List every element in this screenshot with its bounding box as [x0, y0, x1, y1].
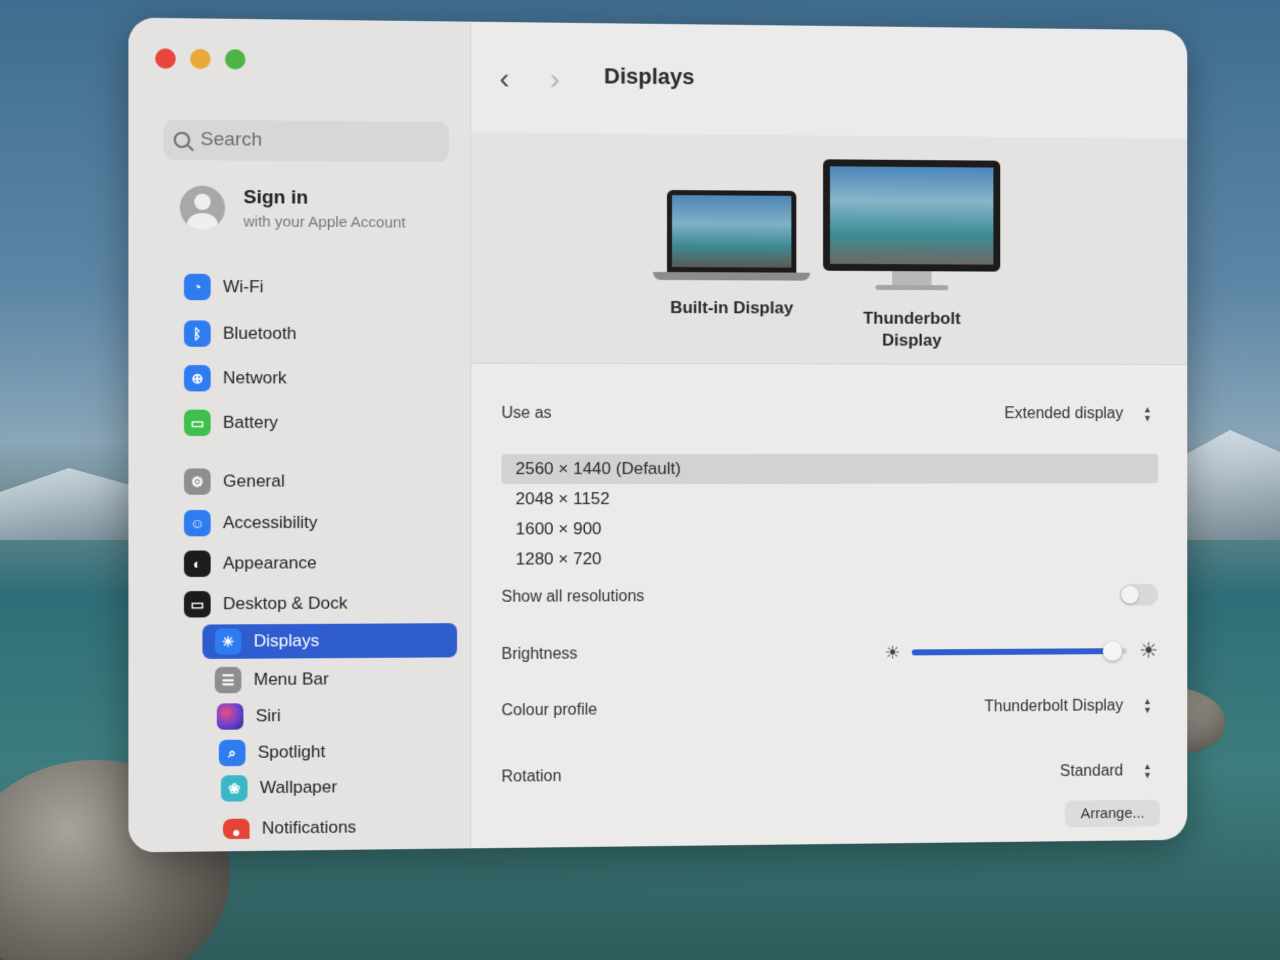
- zoom-button[interactable]: [225, 49, 245, 69]
- sidebar-item-siri[interactable]: Siri: [217, 697, 490, 734]
- gear-icon: ⚙: [184, 468, 211, 494]
- use-as-label: Use as: [501, 405, 551, 423]
- main-pane: ‹ › Displays Built-in Display Thunderbol…: [471, 22, 1187, 849]
- account-subtitle: with your Apple Account: [243, 213, 405, 231]
- dock-icon: ▭: [184, 591, 211, 617]
- thunderbolt-display-label: Thunderbolt Display: [848, 308, 976, 352]
- sidebar-item-label: Accessibility: [223, 513, 318, 533]
- arrange-button[interactable]: Arrange...: [1065, 800, 1160, 828]
- minimize-button[interactable]: [190, 49, 211, 69]
- chevron-updown-icon: ▲ ▼: [1137, 758, 1158, 784]
- monitor-icon: [823, 159, 1000, 271]
- sidebar-item-battery[interactable]: ▭ Battery: [184, 406, 457, 440]
- sidebar-item-accessibility[interactable]: ☺ Accessibility: [184, 505, 457, 540]
- sun-small-icon: ☀: [884, 642, 900, 663]
- sidebar-item-label: Menu Bar: [254, 669, 329, 690]
- resolution-list: 2560 × 1440 (Default) 2048 × 1152 1600 ×…: [501, 454, 1158, 575]
- colour-profile-row: Colour profile Thunderbolt Display ▲ ▼: [501, 686, 1158, 731]
- bell-icon: ●: [223, 819, 250, 840]
- brightness-knob[interactable]: [1103, 641, 1122, 661]
- builtin-display-label: Built-in Display: [650, 298, 813, 319]
- apple-account-signin[interactable]: Sign in with your Apple Account: [180, 186, 406, 232]
- brightness-row: Brightness ☀ ☀: [501, 631, 1158, 675]
- display-arrangement: Built-in Display Thunderbolt Display: [471, 132, 1187, 365]
- sidebar-item-label: Wi-Fi: [223, 277, 264, 297]
- system-settings-window: Search Sign in with your Apple Account ◔…: [128, 18, 1187, 853]
- laptop-icon: [667, 190, 796, 273]
- sidebar-item-wifi[interactable]: ◔ Wi-Fi: [184, 270, 457, 306]
- bluetooth-icon: ᛒ: [184, 320, 211, 346]
- account-title: Sign in: [243, 186, 405, 209]
- sidebar-item-bluetooth[interactable]: ᛒ Bluetooth: [184, 316, 457, 351]
- search-icon: [174, 132, 190, 148]
- search-input[interactable]: Search: [163, 119, 449, 162]
- battery-icon: ▭: [184, 410, 211, 436]
- show-all-label: Show all resolutions: [501, 588, 644, 607]
- sidebar-item-menu-bar[interactable]: ☰ Menu Bar: [215, 661, 488, 697]
- chevron-updown-icon: ▲ ▼: [1137, 693, 1158, 719]
- sidebar-item-label: Desktop & Dock: [223, 593, 347, 614]
- display-settings: Use as Extended display ▲ ▼ 2560 × 1440 (…: [501, 384, 1158, 385]
- sidebar-item-label: Siri: [256, 706, 281, 726]
- sidebar-item-network[interactable]: ⊕ Network: [184, 361, 457, 396]
- sidebar-item-displays[interactable]: ☀ Displays: [202, 623, 457, 659]
- toolbar: ‹ › Displays: [471, 22, 1187, 139]
- wifi-icon: ◔: [184, 274, 211, 300]
- sidebar-item-label: Bluetooth: [223, 324, 296, 344]
- use-as-row: Use as Extended display ▲ ▼: [501, 394, 1158, 434]
- rotation-row: Rotation Standard ▲ ▼: [501, 751, 1158, 797]
- show-all-toggle[interactable]: [1119, 584, 1158, 606]
- sidebar: Search Sign in with your Apple Account ◔…: [128, 18, 471, 853]
- colour-profile-popup[interactable]: Thunderbolt Display ▲ ▼: [984, 693, 1158, 720]
- page-title: Displays: [604, 63, 694, 90]
- sun-icon: ☀: [215, 628, 242, 654]
- sidebar-item-spotlight[interactable]: ⌕ Spotlight: [219, 734, 491, 771]
- thunderbolt-display[interactable]: Thunderbolt Display: [813, 159, 1010, 352]
- sun-large-icon: ☀: [1139, 638, 1158, 664]
- colour-profile-label: Colour profile: [501, 702, 597, 721]
- search-placeholder: Search: [200, 129, 262, 152]
- brightness-fill: [912, 648, 1112, 655]
- brightness-slider[interactable]: [912, 648, 1127, 655]
- show-all-resolutions-row: Show all resolutions: [501, 580, 1158, 613]
- rotation-value: Standard: [1060, 763, 1123, 781]
- rotation-popup[interactable]: Standard ▲ ▼: [1060, 758, 1158, 785]
- resolution-option[interactable]: 1600 × 900: [501, 513, 1158, 545]
- flower-icon: ❀: [221, 775, 248, 802]
- forward-chevron-icon[interactable]: ›: [550, 63, 560, 97]
- siri-icon: [217, 703, 244, 730]
- sidebar-item-notifications[interactable]: ● Notifications: [223, 816, 495, 839]
- use-as-value: Extended display: [1004, 405, 1123, 423]
- resolution-option[interactable]: 2560 × 1440 (Default): [501, 454, 1158, 485]
- sidebar-item-wallpaper[interactable]: ❀ Wallpaper: [221, 769, 493, 806]
- back-chevron-icon[interactable]: ‹: [499, 62, 509, 96]
- menubar-icon: ☰: [215, 667, 242, 694]
- rotation-label: Rotation: [501, 768, 561, 787]
- colour-profile-value: Thunderbolt Display: [984, 697, 1123, 716]
- sidebar-item-label: Network: [223, 368, 287, 388]
- sidebar-item-desktop-dock[interactable]: ▭ Desktop & Dock: [184, 586, 457, 622]
- sidebar-item-label: Battery: [223, 413, 278, 433]
- use-as-popup[interactable]: Extended display ▲ ▼: [1004, 401, 1158, 427]
- sidebar-item-label: Appearance: [223, 553, 317, 574]
- chevron-updown-icon: ▲ ▼: [1137, 401, 1158, 427]
- sidebar-item-label: Spotlight: [258, 742, 326, 763]
- builtin-display[interactable]: Built-in Display: [650, 190, 813, 319]
- sidebar-item-appearance[interactable]: ◐ Appearance: [184, 546, 457, 581]
- sidebar-item-label: Displays: [254, 631, 320, 652]
- window-controls: [155, 48, 245, 69]
- search-icon: ⌕: [219, 740, 246, 767]
- appearance-icon: ◐: [184, 551, 211, 577]
- brightness-label: Brightness: [501, 646, 577, 665]
- accessibility-icon: ☺: [184, 510, 211, 536]
- resolution-option[interactable]: 1280 × 720: [501, 542, 1158, 574]
- sidebar-item-label: General: [223, 471, 285, 491]
- sidebar-item-label: Wallpaper: [260, 777, 337, 798]
- sidebar-item-label: Notifications: [262, 817, 356, 838]
- globe-icon: ⊕: [184, 365, 211, 391]
- resolution-option[interactable]: 2048 × 1152: [501, 483, 1158, 514]
- sidebar-item-general[interactable]: ⚙ General: [184, 464, 457, 499]
- avatar: [180, 186, 225, 231]
- close-button[interactable]: [155, 48, 176, 69]
